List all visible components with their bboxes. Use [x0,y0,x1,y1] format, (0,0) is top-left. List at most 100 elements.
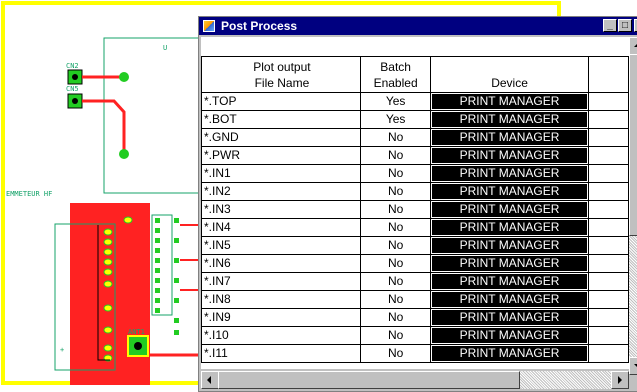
table-row[interactable]: *.IN3 No PRINT MANAGER [201,200,629,219]
app-icon [203,20,215,32]
device-value: PRINT MANAGER [432,112,587,127]
table-row[interactable]: *.IN4 No PRINT MANAGER [201,218,629,237]
header-file-name-line1: Plot output [253,60,311,74]
cell-batch-enabled[interactable]: No [359,344,432,363]
cell-extra [587,326,629,345]
cell-batch-enabled[interactable]: No [359,182,432,201]
cell-batch-enabled[interactable]: No [359,128,432,147]
scroll-up-button[interactable] [629,37,637,55]
device-value: PRINT MANAGER [432,166,587,181]
cell-batch-enabled[interactable]: No [359,146,432,165]
cell-file-name[interactable]: *.IN3 [201,200,361,219]
device-value: PRINT MANAGER [432,94,587,109]
cell-device[interactable]: PRINT MANAGER [430,290,589,309]
cell-device[interactable]: PRINT MANAGER [430,218,589,237]
cell-batch-enabled[interactable]: No [359,272,432,291]
table-row[interactable]: *.BOT Yes PRINT MANAGER [201,110,629,129]
cell-batch-enabled[interactable]: No [359,326,432,345]
post-process-table-area: Plot output File Name Batch Enabled Devi… [201,37,629,369]
device-value: PRINT MANAGER [432,130,587,145]
table-row[interactable]: *.PWR No PRINT MANAGER [201,146,629,165]
post-process-window: Post Process _ □ X Plot output File Name… [198,16,637,392]
horizontal-scroll-thumb[interactable] [218,371,520,389]
horizontal-scrollbar[interactable] [201,371,629,389]
cell-device[interactable]: PRINT MANAGER [430,308,589,327]
cell-device[interactable]: PRINT MANAGER [430,182,589,201]
window-title: Post Process [221,19,298,33]
table-row[interactable]: *.IN1 No PRINT MANAGER [201,164,629,183]
cell-device[interactable]: PRINT MANAGER [430,164,589,183]
table-row[interactable]: *.IN9 No PRINT MANAGER [201,308,629,327]
header-batch-line1: Batch [380,60,411,74]
minimize-button[interactable]: _ [603,19,617,32]
header-file-name[interactable]: Plot output File Name [201,56,361,93]
title-bar[interactable]: Post Process _ □ X [199,17,637,35]
silk-outline-top [103,37,201,194]
cell-file-name[interactable]: *.IN1 [201,164,361,183]
cell-device[interactable]: PRINT MANAGER [430,254,589,273]
cell-device[interactable]: PRINT MANAGER [430,200,589,219]
header-batch-line2: Enabled [373,76,418,90]
cell-extra [587,290,629,309]
cell-file-name[interactable]: *.BOT [201,110,361,129]
cell-device[interactable]: PRINT MANAGER [430,146,589,165]
arrow-right-icon [618,376,622,384]
cell-file-name[interactable]: *.IN4 [201,218,361,237]
cell-file-name[interactable]: *.IN8 [201,290,361,309]
table-row[interactable]: *.IN7 No PRINT MANAGER [201,272,629,291]
cell-file-name[interactable]: *.IN2 [201,182,361,201]
cell-file-name[interactable]: *.PWR [201,146,361,165]
cell-file-name[interactable]: *.IN6 [201,254,361,273]
scroll-left-button[interactable] [201,371,219,389]
cell-file-name[interactable]: *.IN5 [201,236,361,255]
cell-batch-enabled[interactable]: No [359,254,432,273]
pcb-label-small: U [163,44,167,52]
cell-batch-enabled[interactable]: No [359,290,432,309]
device-value: PRINT MANAGER [432,292,587,307]
cell-device[interactable]: PRINT MANAGER [430,272,589,291]
cell-file-name[interactable]: *.I11 [201,344,361,363]
cell-device[interactable]: PRINT MANAGER [430,236,589,255]
vertical-scrollbar[interactable] [629,37,637,375]
cell-device[interactable]: PRINT MANAGER [430,326,589,345]
cell-batch-enabled[interactable]: No [359,164,432,183]
cell-device[interactable]: PRINT MANAGER [430,344,589,363]
cell-extra [587,146,629,165]
table-row[interactable]: *.I10 No PRINT MANAGER [201,326,629,345]
table-row[interactable]: *.I11 No PRINT MANAGER [201,344,629,363]
device-value: PRINT MANAGER [432,346,587,361]
scroll-down-button[interactable] [629,357,637,375]
pcb-label-cn5: CN5 [66,85,79,93]
cell-device[interactable]: PRINT MANAGER [430,110,589,129]
cell-batch-enabled[interactable]: No [359,218,432,237]
table-row[interactable]: *.IN8 No PRINT MANAGER [201,290,629,309]
table-row[interactable]: *.IN2 No PRINT MANAGER [201,182,629,201]
cell-file-name[interactable]: *.TOP [201,92,361,111]
device-value: PRINT MANAGER [432,202,587,217]
table-row[interactable]: *.TOP Yes PRINT MANAGER [201,92,629,111]
vertical-scroll-thumb[interactable] [629,54,637,236]
pad-2 [119,149,129,159]
cell-extra [587,164,629,183]
cell-batch-enabled[interactable]: No [359,200,432,219]
cell-device[interactable]: PRINT MANAGER [430,92,589,111]
table-row[interactable]: *.GND No PRINT MANAGER [201,128,629,147]
maximize-button[interactable]: □ [618,19,632,32]
table-row[interactable]: *.IN6 No PRINT MANAGER [201,254,629,273]
cell-file-name[interactable]: *.I10 [201,326,361,345]
table-row[interactable]: *.IN5 No PRINT MANAGER [201,236,629,255]
header-batch-enabled[interactable]: Batch Enabled [359,56,432,93]
cell-batch-enabled[interactable]: No [359,308,432,327]
header-device[interactable]: Device [430,56,589,93]
cell-extra [587,182,629,201]
cell-batch-enabled[interactable]: Yes [359,110,432,129]
cell-extra [587,344,629,363]
scroll-right-button[interactable] [611,371,629,389]
cell-file-name[interactable]: *.GND [201,128,361,147]
pcb-label-cn2: CN2 [66,62,79,70]
cell-device[interactable]: PRINT MANAGER [430,128,589,147]
cell-batch-enabled[interactable]: No [359,236,432,255]
cell-file-name[interactable]: *.IN7 [201,272,361,291]
cell-file-name[interactable]: *.IN9 [201,308,361,327]
cell-batch-enabled[interactable]: Yes [359,92,432,111]
